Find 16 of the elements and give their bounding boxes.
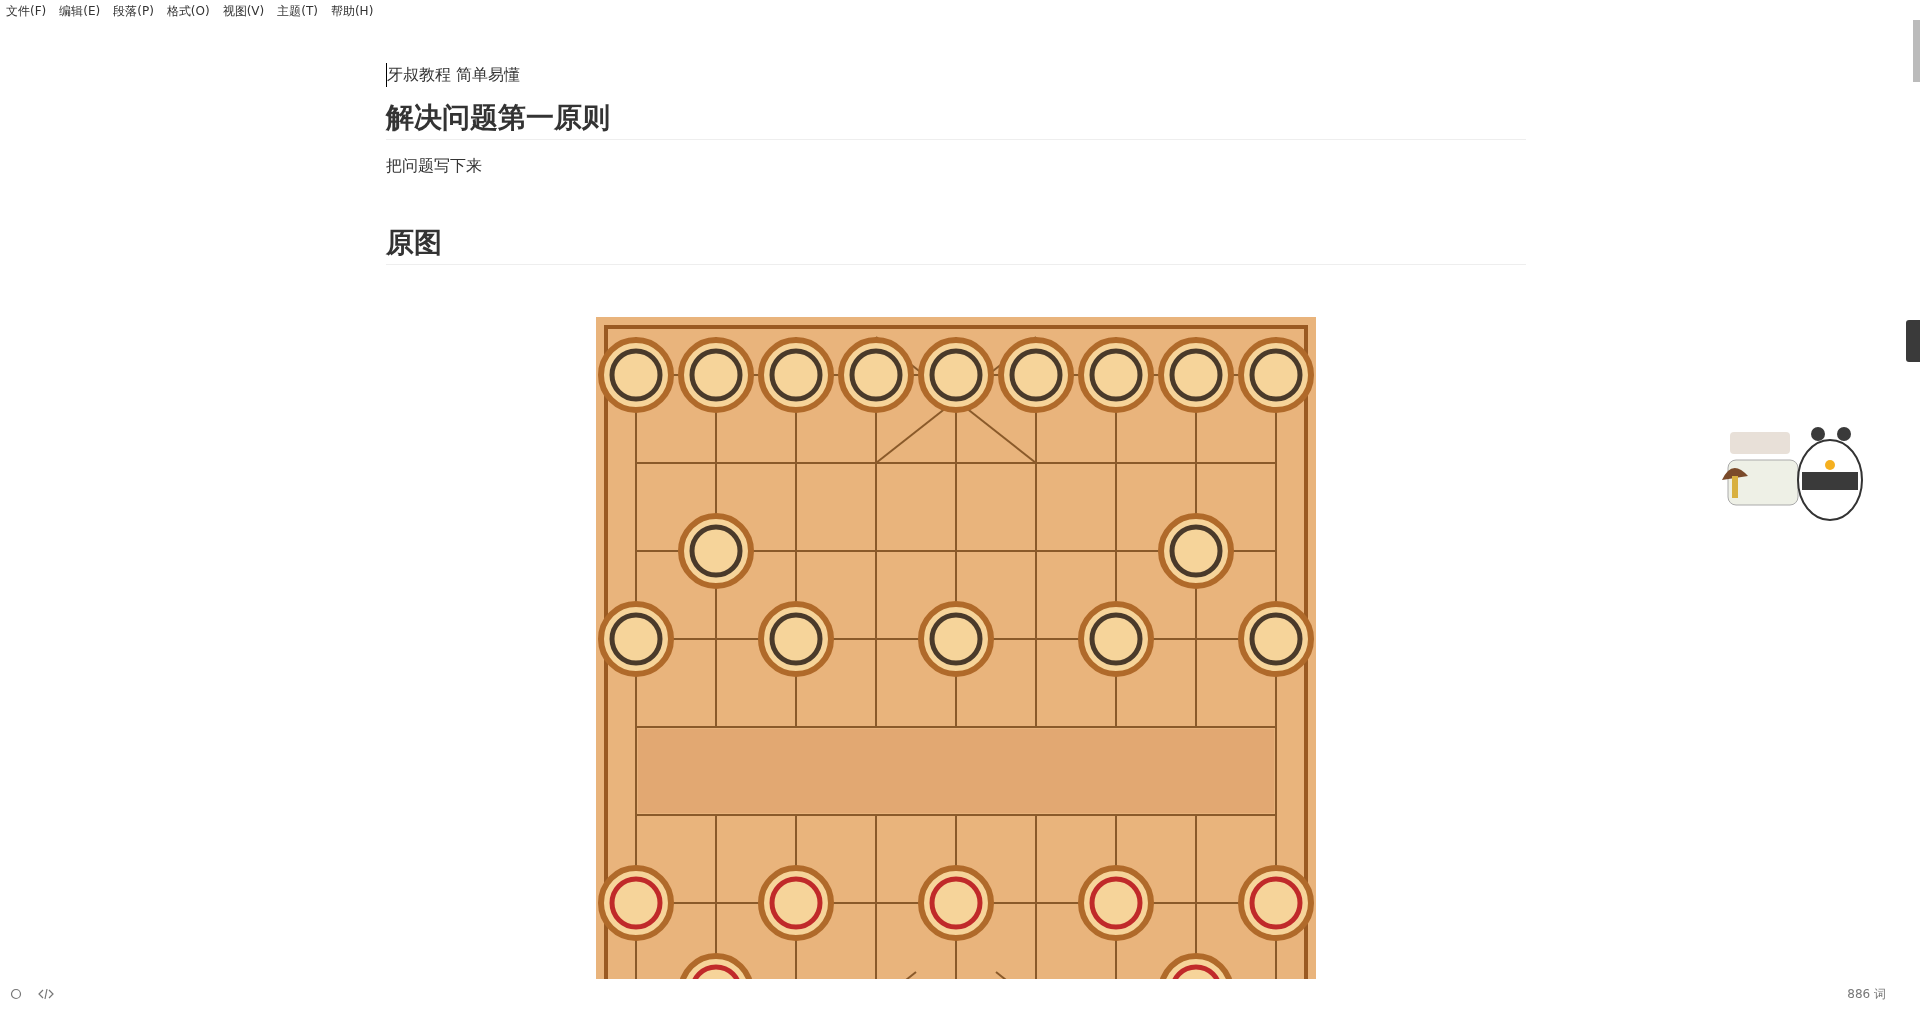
word-count: 886 词 <box>1847 985 1886 1003</box>
menu-item[interactable]: 编辑(E) <box>59 3 101 19</box>
heading: 原图 <box>386 224 1526 265</box>
code-icon[interactable] <box>38 988 54 1000</box>
menu-item[interactable]: 格式(O) <box>166 3 210 19</box>
menu-item[interactable]: 主题(T) <box>277 3 318 19</box>
heading: 解决问题第一原则 <box>386 99 1526 140</box>
menu-item[interactable]: 文件(F) <box>6 3 47 19</box>
circle-icon[interactable] <box>10 988 22 1000</box>
menu-item[interactable]: 段落(P) <box>113 3 154 19</box>
side-panel-handle[interactable] <box>1906 320 1920 362</box>
menu-item[interactable]: 视图(V) <box>222 3 265 19</box>
paragraph-text: 牙叔教程 简单易懂 <box>386 63 1526 87</box>
scrollbar-thumb[interactable] <box>1913 20 1920 82</box>
menu-item[interactable]: 帮助(H) <box>330 3 374 19</box>
paragraph-text: 把问题写下来 <box>386 155 483 177</box>
